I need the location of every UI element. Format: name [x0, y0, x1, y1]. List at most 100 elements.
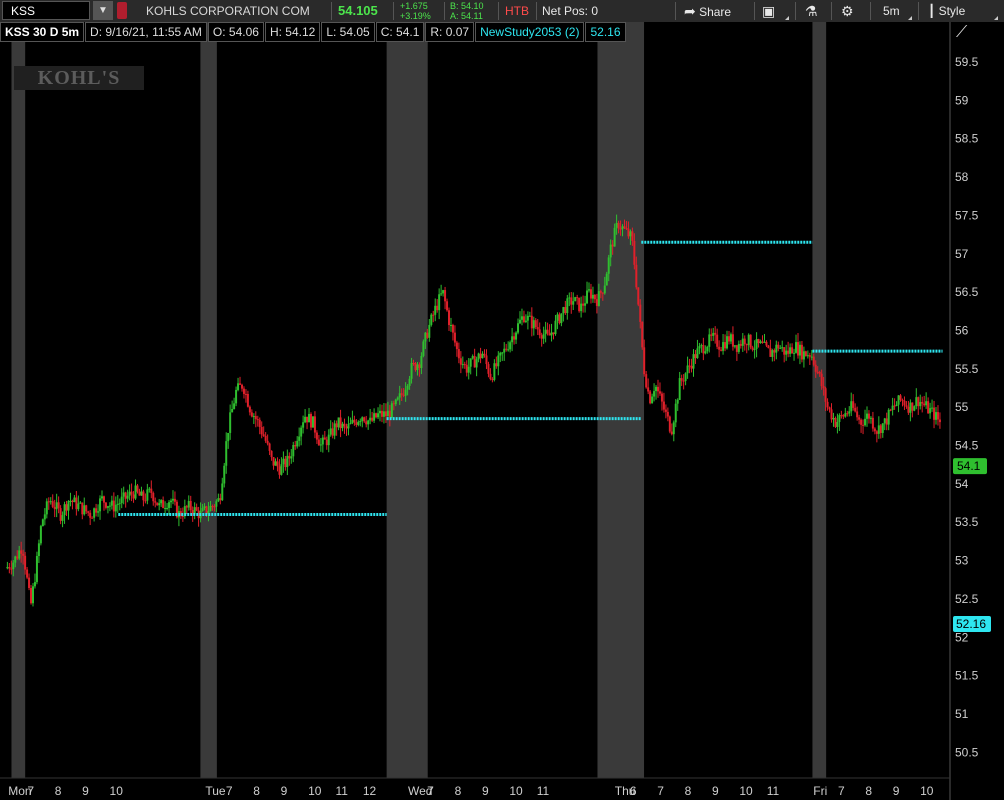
candle-body	[582, 303, 585, 306]
candle-body	[414, 363, 417, 371]
candle-body	[568, 297, 571, 299]
candle-body	[377, 413, 380, 418]
candle-body	[589, 289, 592, 299]
candle-body	[850, 401, 853, 412]
price-tick-label: 53.5	[955, 515, 979, 529]
candle-body	[240, 384, 243, 389]
candle-body	[562, 307, 565, 314]
candle-body	[812, 356, 815, 365]
candle-body	[323, 437, 326, 440]
candle-body	[915, 397, 918, 407]
candle-body	[548, 333, 551, 336]
candle-body	[739, 343, 742, 346]
candle-body	[828, 407, 831, 410]
candle-body	[270, 450, 273, 458]
header-study[interactable]: NewStudy2053 (2)	[475, 22, 585, 42]
candle-body	[412, 363, 415, 365]
candle-body	[116, 503, 119, 505]
candle-body	[558, 314, 561, 324]
candle-body	[91, 517, 94, 519]
drawing-tool-icon[interactable]: ⟋	[956, 24, 967, 42]
candle-body	[380, 410, 383, 417]
candle-body	[102, 496, 105, 503]
candle-body	[737, 343, 740, 352]
candle-body	[359, 420, 362, 422]
time-tick-label: 11	[767, 784, 780, 798]
candle-body	[686, 365, 689, 374]
candle-body	[834, 417, 837, 427]
candle-body	[99, 498, 102, 512]
price-chart[interactable]: 59.5 59 58.5 58 57.5 57 56.5 56 55.5 55 54.5 54 53.5…	[0, 0, 1004, 800]
candle-body	[765, 341, 768, 346]
candle-body	[361, 417, 364, 421]
candle-body	[806, 355, 809, 357]
candle-body	[676, 399, 679, 404]
candle-body	[769, 348, 772, 357]
candle-body	[351, 419, 354, 424]
candle-body	[481, 353, 484, 359]
candle-body	[262, 434, 265, 436]
candle-body	[651, 396, 654, 404]
candle-body	[420, 355, 423, 369]
candle-body	[844, 413, 847, 417]
candle-body	[593, 294, 596, 300]
candle-body	[274, 461, 277, 466]
time-tick-label: 8	[55, 784, 62, 798]
candle-body	[706, 346, 709, 352]
candle-body	[885, 418, 888, 425]
candle-body	[45, 501, 48, 515]
candle-body	[386, 410, 389, 417]
candle-body	[877, 425, 880, 434]
candle-body	[865, 413, 868, 419]
candle-body	[609, 244, 612, 258]
time-tick-label: 9	[281, 784, 288, 798]
candle-body	[647, 387, 650, 392]
candle-body	[451, 325, 454, 333]
candle-body	[112, 500, 115, 512]
candle-body	[587, 289, 590, 291]
candle-body	[509, 342, 512, 350]
company-logo: KOHL'S	[14, 66, 144, 90]
candle-body	[901, 399, 904, 401]
time-tick-label: 11	[537, 784, 550, 798]
candle-body	[353, 419, 356, 423]
candle-body	[718, 346, 721, 350]
candle-body	[225, 441, 228, 466]
candle-body	[195, 507, 198, 511]
candle-body	[793, 352, 796, 354]
candle-body	[416, 364, 419, 371]
candle-body	[846, 413, 849, 415]
candle-body	[824, 388, 827, 402]
candle-body	[830, 409, 833, 420]
candle-body	[453, 332, 456, 343]
candle-body	[398, 393, 401, 398]
candle-body	[85, 505, 88, 512]
header-symbol-period[interactable]: KSS 30 D 5m	[0, 22, 85, 42]
price-tick-label: 58	[955, 170, 969, 184]
candle-body	[862, 424, 865, 426]
candle-body	[747, 334, 750, 346]
candle-body	[674, 403, 677, 423]
candle-body	[432, 314, 435, 316]
candle-body	[927, 401, 930, 414]
candle-body	[520, 316, 523, 320]
candle-body	[235, 389, 238, 404]
candle-body	[434, 305, 437, 315]
candle-body	[388, 410, 391, 418]
candle-body	[605, 273, 608, 286]
price-tick-label: 54.5	[955, 439, 979, 453]
candle-body	[185, 506, 188, 508]
candle-body	[87, 511, 90, 513]
candle-body	[574, 297, 577, 302]
candle-body	[617, 222, 620, 229]
candle-body	[406, 385, 409, 390]
candle-body	[254, 416, 257, 420]
candle-body	[61, 515, 64, 521]
candle-body	[104, 502, 107, 508]
study-value-label: 52.16	[956, 617, 986, 631]
candle-body	[229, 412, 232, 433]
candle-body	[77, 503, 80, 510]
candle-body	[10, 568, 13, 570]
candle-body	[345, 426, 348, 429]
candle-body	[347, 423, 350, 429]
